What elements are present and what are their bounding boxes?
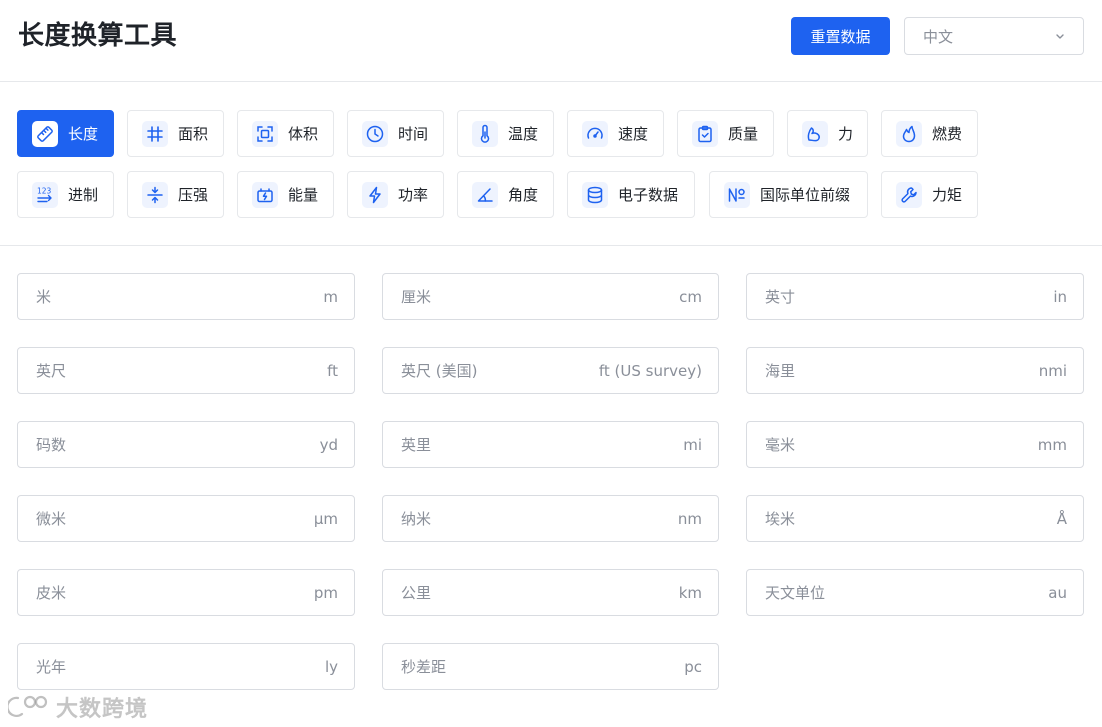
category-data-storage[interactable]: 电子数据 [567, 171, 695, 218]
unit-field-yard[interactable]: yd [17, 421, 355, 468]
clipboard-icon [692, 120, 718, 147]
unit-input[interactable] [747, 348, 1083, 393]
numero-icon [724, 181, 750, 208]
thermometer-icon [472, 120, 498, 147]
unit-field-centimeter[interactable]: cm [382, 273, 719, 320]
watermark-text: 大数跨境 [56, 697, 149, 722]
flame-icon [896, 120, 922, 147]
category-label: 压强 [178, 186, 209, 204]
unit-field-millimeter[interactable]: mm [746, 421, 1084, 468]
page-title: 长度换算工具 [18, 21, 178, 51]
reset-data-button[interactable]: 重置数据 [791, 17, 890, 55]
category-label: 体积 [288, 125, 319, 143]
category-label: 国际单位前缀 [760, 186, 851, 204]
category-label: 时间 [398, 125, 429, 143]
unit-input[interactable] [383, 496, 718, 541]
volume-frame-icon [252, 120, 278, 147]
lightning-icon [362, 181, 388, 208]
category-label: 进制 [68, 186, 99, 204]
category-label: 温度 [508, 125, 539, 143]
unit-field-us-survey-foot[interactable]: ft (US survey) [382, 347, 719, 394]
unit-input[interactable] [383, 644, 718, 689]
category-energy[interactable]: 能量 [237, 171, 334, 218]
category-angle[interactable]: 角度 [457, 171, 554, 218]
wrench-icon [896, 181, 922, 208]
unit-field-nanometer[interactable]: nm [382, 495, 719, 542]
angle-icon [472, 181, 498, 208]
category-fuel[interactable]: 燃费 [881, 110, 978, 157]
unit-field-micrometer[interactable]: µm [17, 495, 355, 542]
ruler-icon [32, 120, 58, 147]
clock-icon [362, 120, 388, 147]
header: 长度换算工具 重置数据 中文 [0, 0, 1102, 82]
chevron-down-icon [1056, 34, 1064, 39]
unit-input[interactable] [383, 348, 718, 393]
category-label: 速度 [618, 125, 649, 143]
bicep-icon [802, 120, 828, 147]
speedometer-icon [582, 120, 608, 147]
compress-icon [142, 181, 168, 208]
svg-text:123: 123 [37, 186, 52, 195]
category-label: 燃费 [932, 125, 963, 143]
unit-field-parsec[interactable]: pc [382, 643, 719, 690]
watermark-logo-icon [8, 695, 48, 717]
unit-field-angstrom[interactable]: Å [746, 495, 1084, 542]
category-number-base[interactable]: 123 进制 [17, 171, 114, 218]
unit-input[interactable] [747, 422, 1083, 467]
category-area[interactable]: 面积 [127, 110, 224, 157]
language-selected-value: 中文 [923, 27, 954, 46]
unit-input[interactable] [383, 422, 718, 467]
unit-field-meter[interactable]: m [17, 273, 355, 320]
unit-input[interactable] [383, 570, 718, 615]
unit-field-inch[interactable]: in [746, 273, 1084, 320]
unit-field-mile[interactable]: mi [382, 421, 719, 468]
category-volume[interactable]: 体积 [237, 110, 334, 157]
category-label: 面积 [178, 125, 209, 143]
unit-input[interactable] [18, 274, 354, 319]
category-length[interactable]: 长度 [17, 110, 114, 157]
unit-input[interactable] [747, 496, 1083, 541]
category-speed[interactable]: 速度 [567, 110, 664, 157]
battery-icon [252, 181, 278, 208]
category-pressure[interactable]: 压强 [127, 171, 224, 218]
unit-input[interactable] [18, 496, 354, 541]
category-power[interactable]: 功率 [347, 171, 444, 218]
category-label: 能量 [288, 186, 319, 204]
language-select[interactable]: 中文 [904, 17, 1084, 55]
watermark: 大数跨境 [8, 690, 148, 724]
unit-field-astronomical-unit[interactable]: au [746, 569, 1084, 616]
category-label: 长度 [68, 125, 99, 143]
category-label: 力 [838, 125, 854, 143]
category-mass[interactable]: 质量 [677, 110, 774, 157]
category-si-prefix[interactable]: 国际单位前缀 [709, 171, 868, 218]
unit-field-nautical-mile[interactable]: nmi [746, 347, 1084, 394]
database-icon [582, 181, 608, 208]
unit-field-light-year[interactable]: ly [17, 643, 355, 690]
category-temperature[interactable]: 温度 [457, 110, 554, 157]
unit-input[interactable] [18, 570, 354, 615]
unit-input[interactable] [18, 644, 354, 689]
unit-input[interactable] [747, 274, 1083, 319]
number-base-icon: 123 [32, 181, 58, 208]
category-label: 电子数据 [618, 186, 679, 204]
unit-input[interactable] [747, 570, 1083, 615]
grid-hash-icon [142, 120, 168, 147]
unit-field-foot[interactable]: ft [17, 347, 355, 394]
category-label: 质量 [728, 125, 759, 143]
unit-input[interactable] [18, 348, 354, 393]
category-label: 功率 [398, 186, 429, 204]
category-label: 角度 [508, 186, 539, 204]
category-bar: 长度 面积 体积 时间 温度 速度 质量 力 燃费 123 进制 压强 能量 功… [0, 82, 1102, 246]
category-force[interactable]: 力 [787, 110, 868, 157]
unit-field-kilometer[interactable]: km [382, 569, 719, 616]
unit-input[interactable] [383, 274, 718, 319]
unit-field-picometer[interactable]: pm [17, 569, 355, 616]
category-torque[interactable]: 力矩 [881, 171, 978, 218]
category-label: 力矩 [932, 186, 963, 204]
category-time[interactable]: 时间 [347, 110, 444, 157]
unit-input[interactable] [18, 422, 354, 467]
